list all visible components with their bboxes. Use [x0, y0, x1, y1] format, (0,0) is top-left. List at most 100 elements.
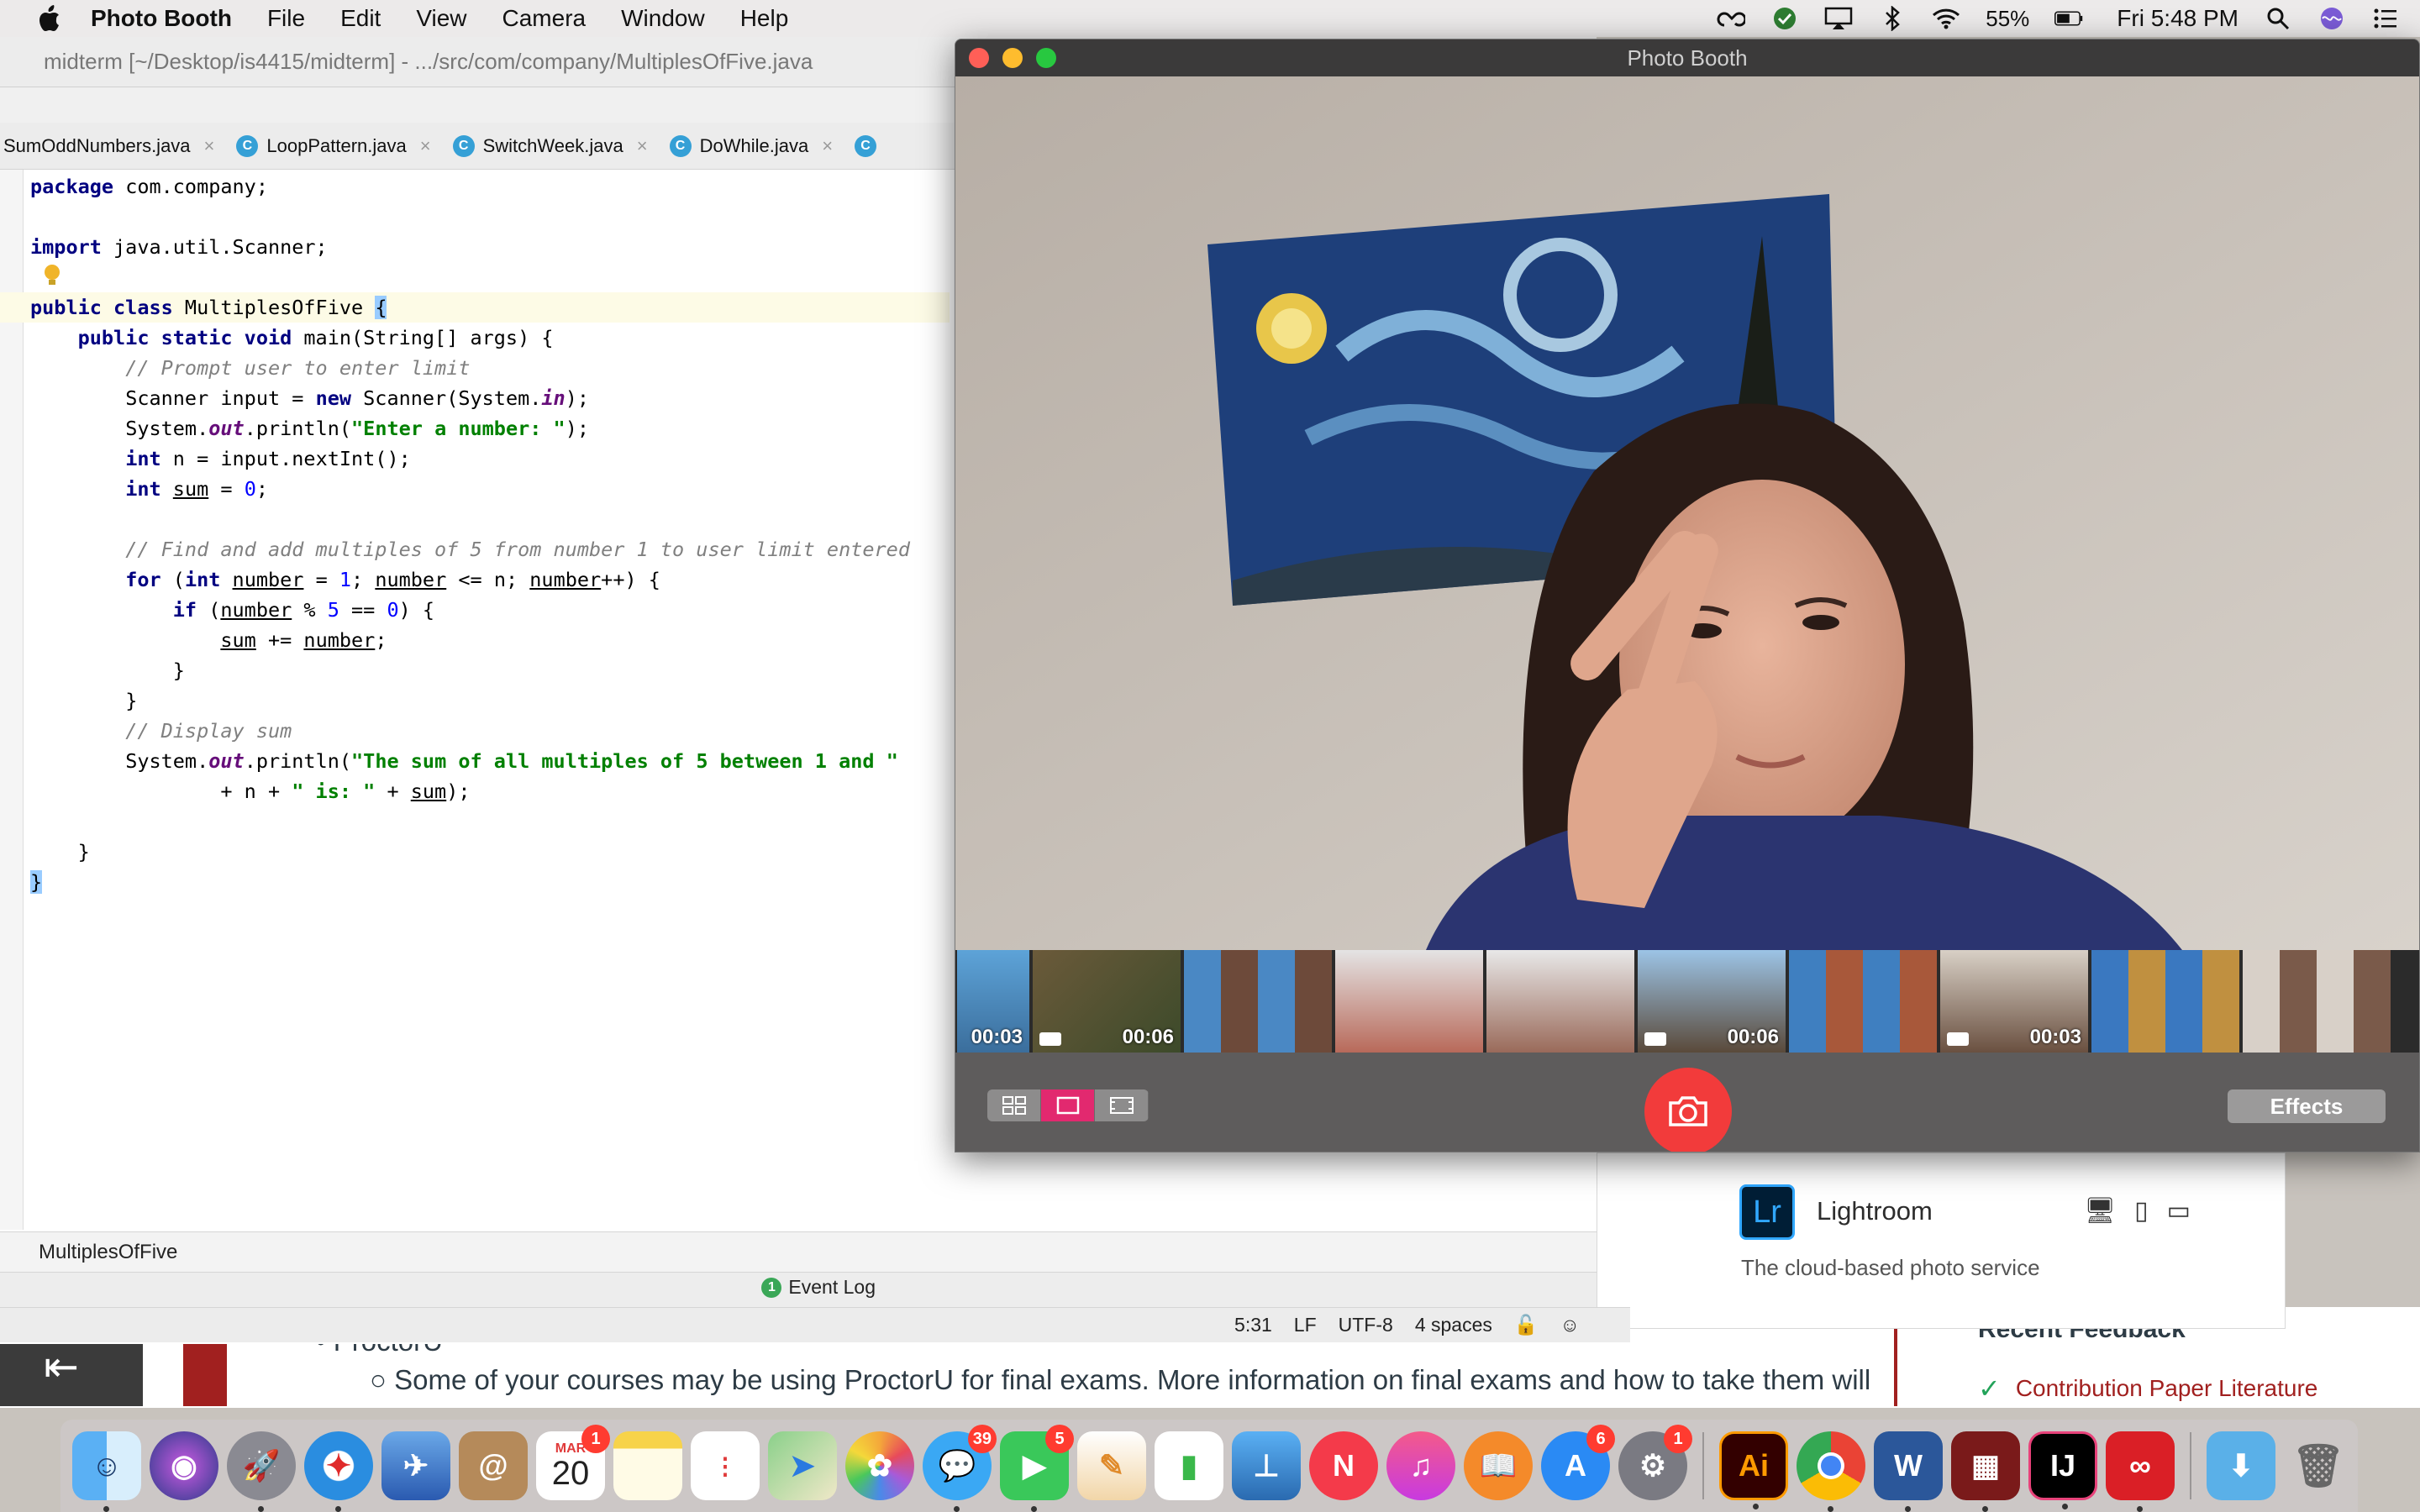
close-tab-icon[interactable]: ×	[637, 135, 648, 157]
menu-file[interactable]: File	[267, 5, 305, 32]
intellij-icon[interactable]: IJ	[2028, 1431, 2097, 1509]
airplay-tray-icon[interactable]	[1824, 6, 1853, 31]
notification-center-icon[interactable]	[2371, 6, 2400, 31]
thumbnail[interactable]: 00:06	[1638, 950, 1786, 1053]
event-log-button[interactable]: 1 Event Log	[761, 1276, 899, 1299]
safari-icon[interactable]: ✦	[304, 1431, 373, 1512]
music-icon[interactable]: ♫	[1386, 1431, 1455, 1500]
word-icon[interactable]: W	[1874, 1431, 1943, 1512]
file-encoding[interactable]: UTF-8	[1339, 1314, 1393, 1336]
close-tab-icon[interactable]: ×	[822, 135, 833, 157]
illustrator-icon[interactable]: Ai	[1719, 1431, 1788, 1509]
news-icon[interactable]: N	[1309, 1431, 1378, 1500]
siri-icon[interactable]	[2317, 6, 2346, 31]
creative-cloud-icon[interactable]: ∞	[2106, 1431, 2175, 1512]
downloads-folder-icon[interactable]: ⬇	[2207, 1431, 2275, 1500]
menu-window[interactable]: Window	[621, 5, 705, 32]
tab-more[interactable]: C	[843, 123, 895, 170]
menu-edit[interactable]: Edit	[340, 5, 381, 32]
app-store-icon[interactable]: A6	[1541, 1425, 1615, 1500]
bluetooth-tray-icon[interactable]	[1878, 6, 1907, 31]
thumbnail[interactable]	[2091, 950, 2239, 1053]
thumbnail[interactable]	[1184, 950, 1332, 1053]
photo-booth-controls: Effects	[955, 1053, 2419, 1152]
collapse-nav-icon[interactable]: ⇤	[44, 1342, 79, 1391]
chrome-icon[interactable]	[1797, 1431, 1865, 1512]
editor-breadcrumb[interactable]: MultiplesOfFive	[0, 1231, 1597, 1272]
books-icon[interactable]: 📖	[1464, 1431, 1533, 1500]
spotlight-search-icon[interactable]	[2264, 6, 2292, 31]
apple-menu-icon[interactable]	[32, 2, 66, 35]
thumbnail[interactable]	[1486, 950, 1634, 1053]
menu-help[interactable]: Help	[740, 5, 789, 32]
finder-icon[interactable]: ☺	[72, 1431, 141, 1512]
calendar-icon[interactable]: MAR 20 1	[536, 1425, 610, 1500]
single-photo-mode-button[interactable]	[1041, 1089, 1095, 1121]
code-editor[interactable]: package com.company; import java.util.Sc…	[0, 171, 955, 897]
minimize-window-button[interactable]	[1002, 48, 1023, 68]
launchpad-icon[interactable]: 🚀	[227, 1431, 296, 1512]
tab-switch-week[interactable]: C SwitchWeek.java ×	[441, 123, 658, 170]
keynote-icon[interactable]: ⊥	[1232, 1431, 1301, 1500]
trash-icon[interactable]: 🗑	[2284, 1431, 2353, 1500]
tab-sum-odd-numbers[interactable]: SumOddNumbers.java ×	[0, 123, 224, 170]
thumbnail[interactable]: 00:06	[1033, 950, 1181, 1053]
battery-icon[interactable]	[2054, 6, 2083, 31]
inspector-icon[interactable]: ☺	[1560, 1314, 1580, 1336]
code-line: // Prompt user to enter limit	[125, 356, 471, 380]
line-separator[interactable]: LF	[1294, 1314, 1317, 1336]
close-tab-icon[interactable]: ×	[420, 135, 431, 157]
menu-clock[interactable]: Fri 5:48 PM	[2117, 5, 2238, 32]
notes-icon[interactable]	[613, 1431, 682, 1500]
tab-do-while[interactable]: C DoWhile.java ×	[658, 123, 843, 170]
menu-app-name[interactable]: Photo Booth	[91, 5, 232, 32]
effects-button[interactable]: Effects	[2228, 1089, 2386, 1123]
creative-cloud-tray-icon[interactable]	[1717, 6, 1746, 31]
lightroom-app-name[interactable]: Lightroom	[1817, 1196, 1933, 1226]
thumbnail[interactable]: 00:03	[1940, 950, 2088, 1053]
facetime-icon[interactable]: ▶ 5	[1000, 1425, 1074, 1512]
video-mode-button[interactable]	[1095, 1089, 1149, 1121]
numbers-icon[interactable]: ▮	[1155, 1431, 1223, 1500]
indent-setting[interactable]: 4 spaces	[1415, 1314, 1492, 1336]
close-window-button[interactable]	[969, 48, 989, 68]
reminders-icon[interactable]: ⋮	[691, 1431, 760, 1500]
grammar-check-tray-icon[interactable]	[1770, 6, 1799, 31]
zoom-window-button[interactable]	[1036, 48, 1056, 68]
system-preferences-icon[interactable]: ⚙ 1	[1618, 1425, 1692, 1500]
running-indicator	[954, 1506, 960, 1512]
menu-camera[interactable]: Camera	[502, 5, 587, 32]
photo-booth-title-bar[interactable]: Photo Booth	[955, 39, 2419, 76]
checkmark-icon: ✓	[1978, 1373, 2001, 1404]
mail-icon[interactable]: ✈	[381, 1431, 450, 1500]
close-tab-icon[interactable]: ×	[204, 135, 215, 157]
word-label: W	[1894, 1448, 1923, 1483]
lightroom-logo-text: Lr	[1753, 1194, 1781, 1230]
feedback-item-link[interactable]: Contribution Paper Literature	[2016, 1375, 2318, 1402]
feedback-item[interactable]: ✓ Contribution Paper Literature	[1978, 1373, 2317, 1404]
thumbnail[interactable]	[1789, 950, 1937, 1053]
thumbnail[interactable]: 00:03	[957, 950, 1029, 1053]
thumbnail[interactable]	[2243, 950, 2391, 1053]
photo-booth-dock-icon[interactable]: ▦	[1951, 1431, 2020, 1512]
contacts-icon[interactable]: @	[459, 1431, 528, 1500]
code-line: System.out.println("Enter a number: ");	[125, 417, 589, 440]
photos-icon[interactable]: ✿	[845, 1431, 914, 1500]
thumbnail[interactable]	[1335, 950, 1483, 1053]
wifi-tray-icon[interactable]	[1932, 6, 1960, 31]
messages-icon[interactable]: 💬 39	[923, 1425, 997, 1512]
maps-icon[interactable]: ➤	[768, 1431, 837, 1500]
siri-dock-icon[interactable]: ◉	[150, 1431, 218, 1500]
pages-icon[interactable]: ✎	[1077, 1431, 1146, 1500]
caret-position[interactable]: 5:31	[1234, 1314, 1272, 1336]
editor-gutter[interactable]	[0, 170, 24, 1230]
dock-separator	[2190, 1432, 2191, 1499]
lightroom-logo-icon[interactable]: Lr	[1739, 1184, 1795, 1240]
four-up-mode-button[interactable]	[987, 1089, 1041, 1121]
take-photo-button[interactable]	[1644, 1068, 1732, 1152]
breadcrumb-class[interactable]: MultiplesOfFive	[39, 1241, 177, 1264]
lock-icon[interactable]: 🔓	[1514, 1314, 1539, 1336]
menu-view[interactable]: View	[416, 5, 466, 32]
thumbnail-strip[interactable]: 00:03 00:06 00:06 00:03	[955, 950, 2419, 1053]
tab-loop-pattern[interactable]: C LoopPattern.java ×	[224, 123, 440, 170]
